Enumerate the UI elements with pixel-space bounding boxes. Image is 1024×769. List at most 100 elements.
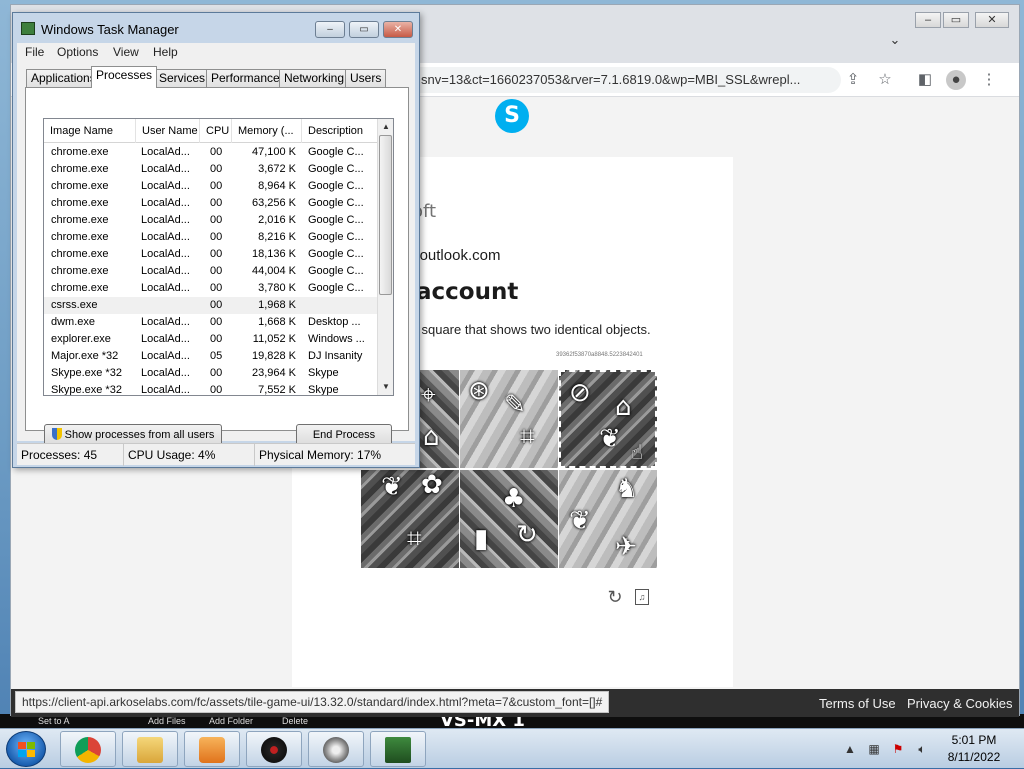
- close-button[interactable]: ✕: [975, 12, 1009, 28]
- table-row[interactable]: chrome.exe LocalAd... 00 8,216 K Google C...: [44, 229, 379, 246]
- column-cpu[interactable]: CPU: [200, 119, 232, 143]
- side-panel-icon[interactable]: ◧: [915, 70, 935, 90]
- more-menu-icon[interactable]: ⋮: [979, 70, 999, 90]
- tm-close-button[interactable]: ✕: [383, 21, 413, 38]
- table-cell: Google C...: [308, 214, 364, 226]
- vinyl-record-icon: [261, 737, 287, 763]
- task-manager-icon: [385, 737, 411, 763]
- taskbar-chrome[interactable]: [60, 731, 116, 767]
- clock-date: 8/11/2022: [947, 750, 1001, 764]
- tm-maximize-button[interactable]: ▭: [349, 21, 379, 38]
- process-list-scrollbar[interactable]: ▲ ▼: [377, 119, 393, 395]
- column-memory[interactable]: Memory (...: [232, 119, 302, 143]
- terms-of-use-link[interactable]: Terms of Use: [819, 696, 896, 711]
- captcha-tile-3-selected[interactable]: ⊘ ⌂ ❦ ☝: [559, 370, 657, 468]
- privacy-cookies-link[interactable]: Privacy & Cookies: [907, 696, 1012, 711]
- tab-users[interactable]: Users: [345, 69, 387, 87]
- minimize-button[interactable]: –: [915, 12, 941, 28]
- table-cell: Skype.exe *32: [51, 384, 122, 396]
- audio-challenge-icon[interactable]: ♫: [635, 589, 649, 605]
- tab-services[interactable]: Services: [154, 69, 211, 87]
- action-center-flag-icon[interactable]: ⚑: [890, 741, 906, 757]
- tm-minimize-button[interactable]: –: [315, 21, 345, 38]
- show-hidden-icons-icon[interactable]: ▲: [842, 741, 858, 757]
- captcha-tile-6[interactable]: ♞ ❦ ✈: [559, 470, 657, 568]
- clock[interactable]: 5:01 PM 8/11/2022: [934, 732, 1014, 766]
- table-row[interactable]: Skype.exe *32 LocalAd... 00 23,964 K Skype: [44, 365, 379, 382]
- table-cell: 00: [210, 316, 223, 328]
- captcha-tile-5[interactable]: ♣ ▮ ↻: [460, 470, 558, 568]
- taskbar-dj-app[interactable]: [246, 731, 302, 767]
- scroll-up-arrow-icon[interactable]: ▲: [378, 119, 393, 135]
- table-cell: 00: [210, 163, 223, 175]
- table-row[interactable]: chrome.exe LocalAd... 00 44,004 K Google C..…: [44, 263, 379, 280]
- taskbar-speaker-app[interactable]: [308, 731, 364, 767]
- table-cell: DJ Insanity: [308, 350, 363, 362]
- table-row[interactable]: Skype.exe *32 LocalAd... 00 7,552 K Skype: [44, 382, 379, 396]
- tab-performance[interactable]: Performance: [206, 69, 285, 87]
- table-cell: 00: [210, 180, 223, 192]
- bookmark-star-icon[interactable]: ☆: [875, 70, 895, 90]
- table-cell: LocalAd...: [141, 180, 190, 192]
- profile-avatar-icon[interactable]: ●: [946, 70, 966, 90]
- column-description[interactable]: Description: [302, 119, 379, 143]
- table-cell: explorer.exe: [51, 333, 111, 345]
- add-files-label: Add Files: [148, 716, 186, 726]
- table-cell: Desktop ...: [308, 316, 361, 328]
- table-row[interactable]: chrome.exe LocalAd... 00 47,100 K Google C..…: [44, 144, 379, 161]
- reload-icon[interactable]: ↻: [605, 587, 625, 607]
- tab-search-chevron-icon[interactable]: ⌄: [887, 32, 903, 48]
- table-row[interactable]: chrome.exe LocalAd... 00 8,964 K Google C...: [44, 178, 379, 195]
- physical-memory: Physical Memory: 17%: [259, 448, 382, 462]
- table-row[interactable]: dwm.exe LocalAd... 00 1,668 K Desktop ...: [44, 314, 379, 331]
- table-cell: LocalAd...: [141, 163, 190, 175]
- network-icon[interactable]: ▦: [866, 741, 882, 757]
- taskbar-explorer[interactable]: [122, 731, 178, 767]
- table-cell: 00: [210, 146, 223, 158]
- tab-processes[interactable]: Processes: [91, 66, 158, 88]
- tab-applications[interactable]: Applications: [26, 69, 101, 87]
- scroll-thumb[interactable]: [379, 135, 392, 295]
- table-cell: 8,964 K: [258, 180, 296, 192]
- captcha-tile-2[interactable]: ⊛ ✎ ⌗: [460, 370, 558, 468]
- table-cell: 00: [210, 248, 223, 260]
- menu-file[interactable]: File: [25, 45, 44, 59]
- speaker-icon: [323, 737, 349, 763]
- add-folder-label: Add Folder: [209, 716, 254, 726]
- table-cell: LocalAd...: [141, 231, 190, 243]
- start-button[interactable]: [6, 731, 46, 767]
- table-row[interactable]: Major.exe *32 LocalAd... 05 19,828 K DJ Insa…: [44, 348, 379, 365]
- table-row[interactable]: chrome.exe LocalAd... 00 3,780 K Google C...: [44, 280, 379, 297]
- table-cell: LocalAd...: [141, 214, 190, 226]
- menu-help[interactable]: Help: [153, 45, 178, 59]
- table-row[interactable]: chrome.exe LocalAd... 00 3,672 K Google C...: [44, 161, 379, 178]
- menu-view[interactable]: View: [113, 45, 139, 59]
- table-row[interactable]: chrome.exe LocalAd... 00 18,136 K Google C..…: [44, 246, 379, 263]
- volume-icon[interactable]: 🔈︎: [914, 741, 930, 757]
- captcha-session-id: 39362f53870a8848.5223842401: [556, 352, 643, 358]
- menu-options[interactable]: Options: [57, 45, 98, 59]
- process-list: Image Name User Name CPU Memory (... Des…: [43, 118, 394, 396]
- scroll-down-arrow-icon[interactable]: ▼: [378, 379, 393, 395]
- share-icon[interactable]: ⇪: [843, 70, 863, 90]
- table-row[interactable]: chrome.exe LocalAd... 00 63,256 K Google C..…: [44, 195, 379, 212]
- table-row[interactable]: csrss.exe 00 1,968 K: [44, 297, 379, 314]
- taskbar-media-player[interactable]: [184, 731, 240, 767]
- table-cell: Google C...: [308, 180, 364, 192]
- taskbar-task-manager[interactable]: [370, 731, 426, 767]
- column-image-name[interactable]: Image Name: [44, 119, 136, 143]
- table-row[interactable]: explorer.exe LocalAd... 00 11,052 K Windows …: [44, 331, 379, 348]
- shape-icon: ⌂: [615, 392, 632, 422]
- table-cell: 2,016 K: [258, 214, 296, 226]
- maximize-button[interactable]: ▭: [943, 12, 969, 28]
- captcha-tile-4[interactable]: ❦ ✿ ⌗: [361, 470, 459, 568]
- tab-networking[interactable]: Networking: [279, 69, 350, 87]
- table-row[interactable]: chrome.exe LocalAd... 00 2,016 K Google C...: [44, 212, 379, 229]
- delete-label: Delete: [282, 716, 309, 726]
- set-to-a-label: Set to A: [38, 716, 70, 726]
- table-cell: Google C...: [308, 146, 364, 158]
- table-cell: LocalAd...: [141, 350, 190, 362]
- media-player-icon: [199, 737, 225, 763]
- address-bar[interactable]: snv=13&ct=1660237053&rver=7.1.6819.0&wp=…: [391, 67, 841, 93]
- column-user-name[interactable]: User Name: [136, 119, 200, 143]
